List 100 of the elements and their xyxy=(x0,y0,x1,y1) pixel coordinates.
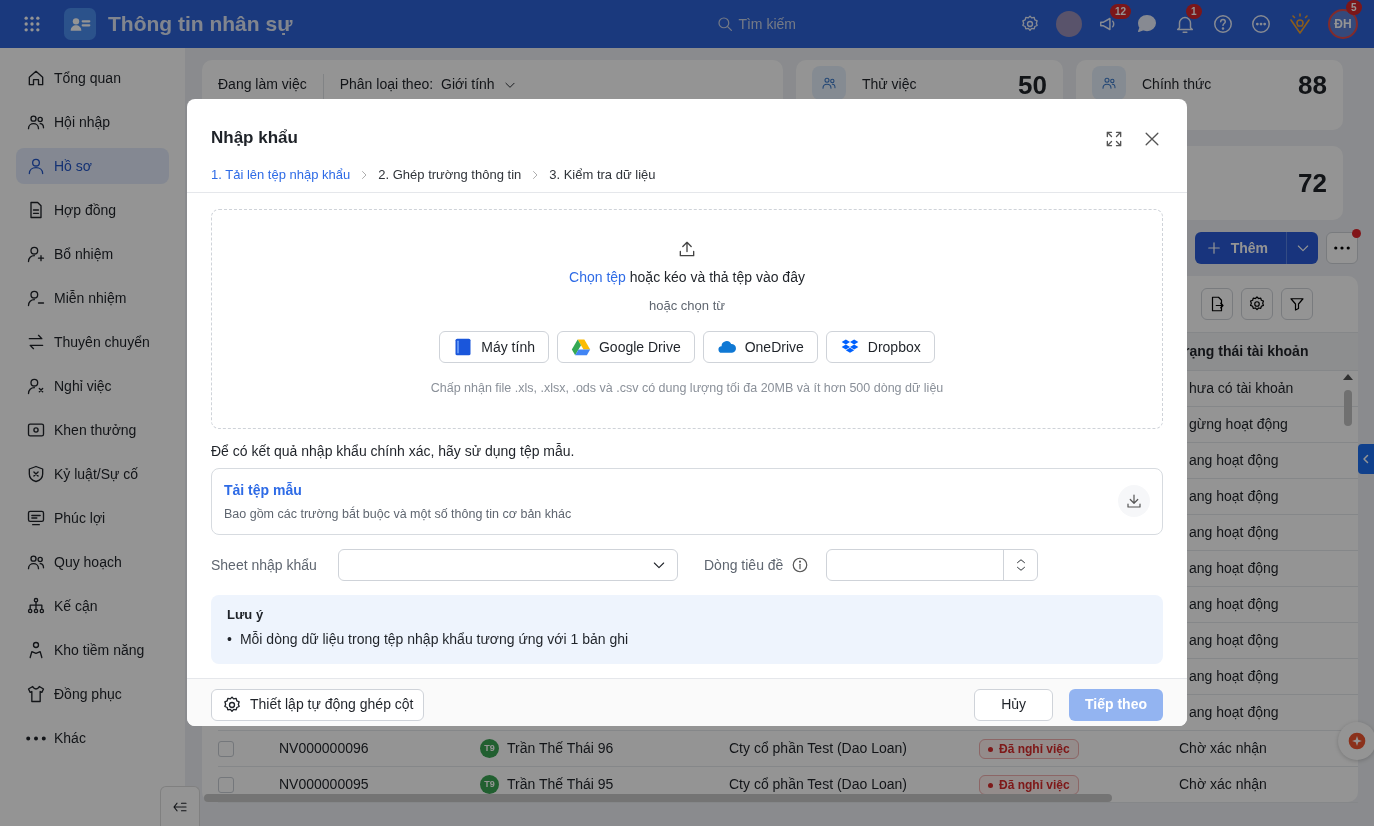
help-icon[interactable] xyxy=(1212,13,1234,35)
template-description: Bao gồm các trường bắt buộc và một số thông tin cơ bản khác xyxy=(224,505,573,523)
employee-avatar: T9 xyxy=(480,775,499,794)
sidebar-item[interactable]: Đồng phục xyxy=(16,676,169,712)
upload-instruction: Chọn tệp hoặc kéo và thả tệp vào đây xyxy=(569,267,805,287)
download-icon xyxy=(1125,492,1143,511)
template-note: Để có kết quả nhập khẩu chính xác, hãy sử dụng tệp mẫu. xyxy=(211,441,576,461)
table-cell-text: ang hoạt động xyxy=(1188,667,1280,686)
field-label: Sheet nhập khẩu xyxy=(211,555,318,575)
header-row-field[interactable] xyxy=(826,549,1039,582)
app-logo-icon xyxy=(64,8,96,40)
app-grid-icon[interactable] xyxy=(22,14,42,34)
sidebar-item[interactable]: Khen thưởng xyxy=(16,412,169,448)
home-icon xyxy=(26,68,46,88)
table-cell-text: NV000000096 xyxy=(279,739,370,758)
sidebar-item[interactable]: Kế cận xyxy=(16,588,169,624)
upload-hint: Chấp nhận file .xls, .xlsx, .ods và .csv có dung lượng tối đa 20MB và ít hơn 500 dòng dữ liệu xyxy=(430,380,944,398)
table-cell-text: Trần Thế Thái 95 xyxy=(507,775,614,794)
sidebar-item[interactable]: Hợp đồng xyxy=(16,192,169,228)
stat-value: 88 xyxy=(1298,69,1327,102)
more-icon[interactable] xyxy=(1250,13,1272,35)
sidebar-item[interactable]: Hồ sơ xyxy=(16,148,169,184)
person-plus-icon xyxy=(26,244,46,264)
template-title: Tải tệp mẫu xyxy=(224,480,303,500)
sidebar-item[interactable]: Hội nhập xyxy=(16,104,169,140)
sidebar-item[interactable]: Miễn nhiệm xyxy=(16,280,169,316)
table-cell-text: Cty cổ phần Test (Dao Loan) xyxy=(729,775,908,794)
upload-source-button[interactable]: OneDrive xyxy=(702,331,818,364)
table-cell-text: hưa có tài khoản xyxy=(1188,379,1295,398)
sidebar-item[interactable]: Thuyên chuyển xyxy=(16,324,169,360)
app-title: Thông tin nhân sự xyxy=(108,11,293,38)
more-icon xyxy=(1334,246,1350,250)
sidebar-item[interactable]: Bổ nhiệm xyxy=(16,236,169,272)
dots-icon xyxy=(26,735,46,741)
sidebar-item[interactable]: Kỷ luật/Sự cố xyxy=(16,456,169,492)
table-cell-text: Cty cổ phần Test (Dao Loan) xyxy=(729,739,908,758)
notification-badge: 12 xyxy=(1110,4,1132,19)
group-by-dropdown[interactable]: Giới tính xyxy=(441,74,517,95)
settings-icon xyxy=(222,694,242,715)
stat-label: Thử việc xyxy=(862,75,917,94)
table-cell-text: gừng hoạt động xyxy=(1188,415,1289,434)
upload-dropzone[interactable]: Chọn tệp hoặc kéo và thả tệp vào đây hoặc chọn từ Máy tính Google Drive OneDrive Dropbox Chấp nhận file .xls, .xlsx, .ods và .csv có dung lượng tối đa 20MB và ít hơn 500 dòng dữ liệu xyxy=(211,208,1163,429)
sidebar-item[interactable]: Phúc lợi xyxy=(16,500,169,536)
step-tab[interactable]: 3. Kiểm tra dữ liệu xyxy=(549,165,656,185)
table-cell-text: ang hoạt động xyxy=(1188,487,1280,506)
auto-map-button[interactable]: Thiết lập tự động ghép cột xyxy=(211,688,425,721)
bullet: • xyxy=(227,629,232,649)
field-label: Dòng tiêu đề xyxy=(704,555,784,575)
sidebar-item[interactable]: Khác xyxy=(16,720,169,756)
person-icon xyxy=(26,156,46,176)
choose-file-link[interactable]: Chọn tệp xyxy=(569,268,626,285)
search-icon xyxy=(716,15,735,33)
add-button[interactable]: Thêm xyxy=(1194,232,1318,264)
table-cell-text: ang hoạt động xyxy=(1188,523,1280,542)
sidebar-item[interactable]: Nghỉ việc xyxy=(16,368,169,404)
sidebar-item[interactable]: Quy hoạch xyxy=(16,544,169,580)
note-title: Lưu ý xyxy=(227,606,265,625)
filter-label: Đang làm việc xyxy=(218,75,307,94)
template-download-card[interactable]: Tải tệp mẫu Bao gồm các trường bắt buộc và một số thông tin cơ bản khác xyxy=(211,467,1163,536)
cancel-button[interactable]: Hủy xyxy=(974,688,1054,721)
employee-avatar: T9 xyxy=(480,739,499,758)
drive-triangle-icon xyxy=(570,337,591,358)
shirt-icon xyxy=(26,684,46,704)
collapse-sidebar-button[interactable] xyxy=(160,786,200,826)
stat-label: Chính thức xyxy=(1142,75,1212,94)
lightbulb-book-icon[interactable] xyxy=(1288,12,1312,36)
step-tab[interactable]: 2. Ghép trường thông tin xyxy=(378,165,522,185)
person-x-icon xyxy=(26,376,46,396)
sidebar-item[interactable]: Tổng quan xyxy=(16,60,169,96)
table-cell-text: Chờ xác nhận xyxy=(1179,739,1268,758)
upload-source-button[interactable]: Google Drive xyxy=(556,331,695,364)
settings-icon[interactable] xyxy=(1020,14,1040,34)
upload-source-button[interactable]: Dropbox xyxy=(825,331,935,364)
table-cell-text: ang hoạt động xyxy=(1188,451,1280,470)
tree-icon xyxy=(26,596,46,616)
status-tag: Đã nghỉ việc xyxy=(979,739,1079,759)
note-item: Mỗi dòng dữ liệu trong tệp nhập khẩu tương ứng với 1 bản ghi xyxy=(239,629,629,649)
next-button: Tiếp theo xyxy=(1069,688,1163,721)
row-checkbox[interactable] xyxy=(218,740,234,757)
table-cell-text: Chờ xác nhận xyxy=(1179,775,1268,794)
filter-button[interactable] xyxy=(1281,288,1313,320)
step-tab[interactable]: 1. Tải lên tệp nhập khẩu xyxy=(211,165,351,185)
table-cell-text: NV000000095 xyxy=(279,775,370,794)
dialog-title: Nhập khẩu xyxy=(211,127,298,150)
table-cell-text: ang hoạt động xyxy=(1188,703,1280,722)
notification-dot xyxy=(1352,229,1361,238)
stat-value: 72 xyxy=(1298,166,1327,200)
settings-button[interactable] xyxy=(1241,288,1273,320)
settings-icon xyxy=(1248,295,1266,313)
row-checkbox[interactable] xyxy=(218,776,234,793)
sidebar-item[interactable]: Kho tiềm năng xyxy=(16,632,169,668)
upload-source-button[interactable]: Máy tính xyxy=(439,331,549,364)
side-panel-tab[interactable] xyxy=(1358,444,1374,474)
chat-bubble-icon[interactable] xyxy=(1136,13,1158,35)
more-button[interactable] xyxy=(1326,232,1358,264)
status-tag: Đã nghỉ việc xyxy=(979,775,1079,795)
computer-icon xyxy=(453,337,474,358)
export-button[interactable] xyxy=(1201,288,1233,320)
swap-icon xyxy=(26,332,46,352)
people-icon xyxy=(1101,75,1117,91)
